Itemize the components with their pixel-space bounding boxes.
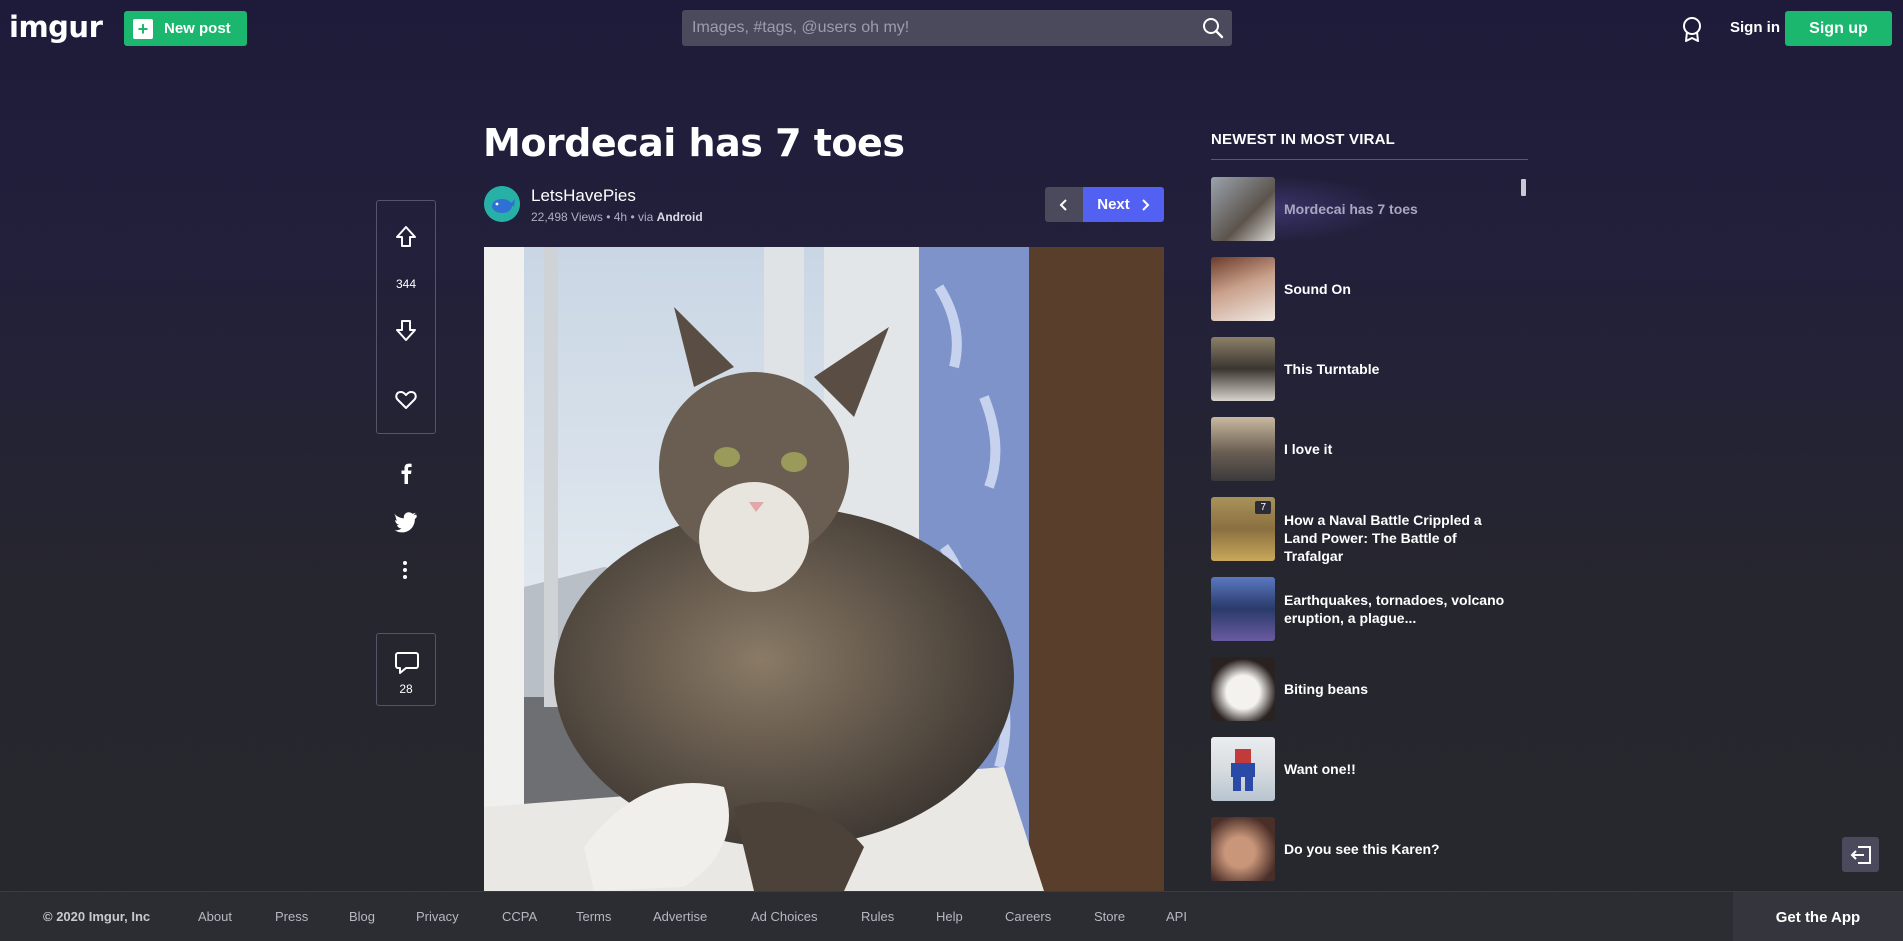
sidebar-divider bbox=[1211, 159, 1528, 160]
heart-icon[interactable] bbox=[394, 388, 418, 412]
post-age: 4h bbox=[613, 210, 628, 224]
post-title: Mordecai has 7 toes bbox=[483, 121, 905, 165]
search-icon[interactable] bbox=[1202, 17, 1224, 39]
robot-toy-image bbox=[1231, 749, 1255, 791]
sidebar-post-title: Do you see this Karen? bbox=[1284, 841, 1440, 857]
chevron-left-icon bbox=[1059, 198, 1067, 211]
site-footer: © 2020 Imgur, Inc About Press Blog Priva… bbox=[0, 891, 1903, 941]
post-thumbnail bbox=[1211, 177, 1275, 241]
meta-dot: • bbox=[630, 210, 638, 224]
chevron-right-icon bbox=[1142, 198, 1150, 211]
search-input[interactable] bbox=[682, 10, 1182, 46]
sidebar-post-title: Biting beans bbox=[1284, 681, 1369, 697]
twitter-icon[interactable] bbox=[394, 512, 418, 534]
exit-fullscreen-button[interactable] bbox=[1842, 837, 1879, 872]
via-prefix: via bbox=[637, 210, 654, 224]
footer-link-privacy[interactable]: Privacy bbox=[416, 909, 459, 924]
sidebar-post-title: Mordecai has 7 toes bbox=[1284, 201, 1418, 217]
post-thumbnail bbox=[1211, 577, 1275, 641]
comment-count: 28 bbox=[399, 682, 413, 696]
vote-score: 344 bbox=[395, 277, 417, 291]
footer-link-api[interactable]: API bbox=[1166, 909, 1187, 924]
post-thumbnail: 7 bbox=[1211, 497, 1275, 561]
sidebar-title: NEWEST IN MOST VIRAL bbox=[1211, 131, 1395, 148]
comment-icon bbox=[395, 652, 419, 674]
sidebar-post-item[interactable]: Mordecai has 7 toes bbox=[1211, 175, 1511, 243]
sidebar-post-title: Earthquakes, tornadoes, volcano eruption… bbox=[1284, 592, 1505, 626]
award-icon[interactable] bbox=[1681, 16, 1703, 42]
sidebar-post-title: How a Naval Battle Crippled a Land Power… bbox=[1284, 512, 1482, 564]
sidebar-post-item[interactable]: Sound On bbox=[1211, 257, 1511, 321]
copyright: © 2020 Imgur, Inc bbox=[43, 909, 151, 924]
sidebar-post-item[interactable]: I love it bbox=[1211, 417, 1511, 481]
post-thumbnail bbox=[1211, 337, 1275, 401]
plus-icon: + bbox=[133, 18, 153, 39]
footer-link-press[interactable]: Press bbox=[275, 909, 308, 924]
post-thumbnail bbox=[1211, 657, 1275, 721]
meta-dot: • bbox=[606, 210, 614, 224]
sidebar-post-item[interactable]: Do you see this Karen? bbox=[1211, 817, 1511, 881]
sidebar-post-item[interactable]: 7 How a Naval Battle Crippled a Land Pow… bbox=[1211, 497, 1511, 564]
post-image[interactable] bbox=[484, 247, 1164, 891]
exit-icon bbox=[1850, 845, 1871, 864]
post-thumbnail bbox=[1211, 417, 1275, 481]
footer-link-terms[interactable]: Terms bbox=[576, 909, 611, 924]
post-thumbnail bbox=[1211, 737, 1275, 801]
author-name[interactable]: LetsHavePies bbox=[531, 186, 636, 206]
sidebar-post-item[interactable]: This Turntable bbox=[1211, 337, 1511, 401]
sign-in-link[interactable]: Sign in bbox=[1730, 19, 1780, 36]
sidebar-post-item[interactable]: Biting beans bbox=[1211, 657, 1511, 721]
search-bar bbox=[682, 10, 1232, 46]
top-header: imgur + New post Sign in Sign up bbox=[0, 0, 1903, 58]
previous-post-button[interactable] bbox=[1045, 187, 1083, 222]
footer-link-ad-choices[interactable]: Ad Choices bbox=[751, 909, 817, 924]
sign-up-button[interactable]: Sign up bbox=[1785, 11, 1892, 46]
author-avatar[interactable] bbox=[484, 186, 520, 222]
new-post-label: New post bbox=[164, 20, 231, 37]
post-thumbnail bbox=[1211, 257, 1275, 321]
footer-link-about[interactable]: About bbox=[198, 909, 232, 924]
sidebar-post-title: This Turntable bbox=[1284, 361, 1380, 377]
new-post-button[interactable]: + New post bbox=[124, 11, 247, 46]
more-options-icon[interactable] bbox=[400, 560, 410, 580]
upvote-icon[interactable] bbox=[394, 225, 418, 249]
post-thumbnail bbox=[1211, 817, 1275, 881]
downvote-icon[interactable] bbox=[394, 318, 418, 342]
imgur-logo[interactable]: imgur bbox=[9, 10, 103, 44]
footer-link-ccpa[interactable]: CCPA bbox=[502, 909, 537, 924]
get-the-app-button[interactable]: Get the App bbox=[1733, 892, 1903, 941]
footer-link-blog[interactable]: Blog bbox=[349, 909, 375, 924]
vote-panel: 344 bbox=[376, 200, 436, 434]
platform-name: Android bbox=[656, 210, 703, 224]
cat-photo bbox=[484, 247, 1164, 891]
next-post-button[interactable]: Next bbox=[1083, 187, 1164, 222]
footer-link-help[interactable]: Help bbox=[936, 909, 963, 924]
image-count-badge: 7 bbox=[1255, 501, 1271, 514]
sidebar-post-title: Sound On bbox=[1284, 281, 1351, 297]
post-meta: 22,498 Views • 4h • via Android bbox=[531, 210, 703, 224]
sidebar-scrollbar[interactable] bbox=[1521, 179, 1526, 196]
footer-link-rules[interactable]: Rules bbox=[861, 909, 894, 924]
sidebar-post-title: Want one!! bbox=[1284, 761, 1356, 777]
facebook-icon[interactable] bbox=[395, 462, 417, 484]
footer-link-advertise[interactable]: Advertise bbox=[653, 909, 707, 924]
sidebar-post-item[interactable]: Earthquakes, tornadoes, volcano eruption… bbox=[1211, 577, 1511, 641]
next-label: Next bbox=[1097, 196, 1130, 213]
view-count: 22,498 Views bbox=[531, 210, 603, 224]
footer-link-store[interactable]: Store bbox=[1094, 909, 1125, 924]
footer-link-careers[interactable]: Careers bbox=[1005, 909, 1051, 924]
sidebar-post-item[interactable]: Want one!! bbox=[1211, 737, 1511, 801]
whale-icon bbox=[484, 186, 520, 222]
comments-button[interactable]: 28 bbox=[376, 633, 436, 706]
sidebar-post-title: I love it bbox=[1284, 441, 1333, 457]
